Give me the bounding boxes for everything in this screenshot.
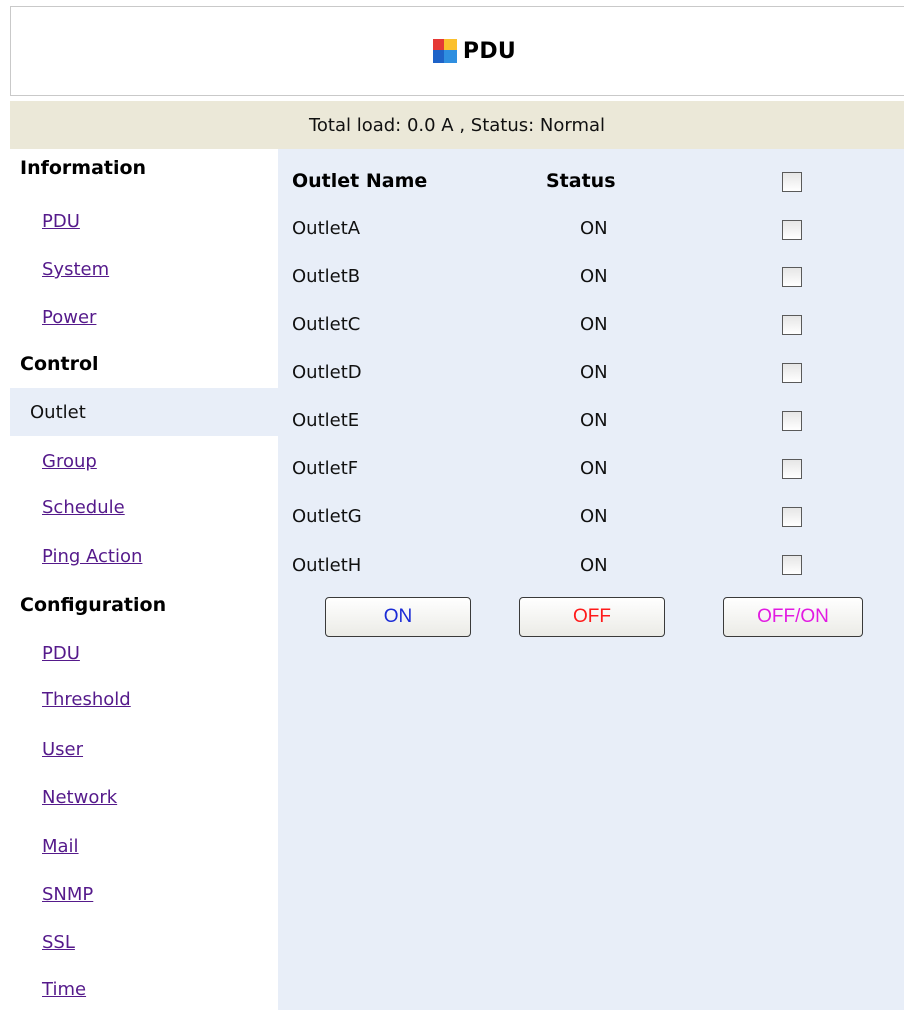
outlet-control-panel: Outlet Name Status OutletA ON OutletB ON… <box>278 149 904 1010</box>
outlet-checkbox[interactable] <box>782 507 802 527</box>
outlet-checkbox[interactable] <box>782 411 802 431</box>
sidebar-item-outlet-label: Outlet <box>30 401 86 423</box>
pdu-outlet-control-page: PDU Total load: 0.0 A , Status: Normal I… <box>0 0 904 1010</box>
outlet-checkbox[interactable] <box>782 363 802 383</box>
outlet-checkbox[interactable] <box>782 267 802 287</box>
outlet-checkbox[interactable] <box>782 220 802 240</box>
outlet-name: OutletB <box>292 266 361 287</box>
outlet-status: ON <box>580 555 608 576</box>
header: PDU <box>10 6 904 96</box>
sidebar-item-outlet[interactable]: Outlet <box>10 388 278 436</box>
status-bar-text: Total load: 0.0 A , Status: Normal <box>308 114 606 136</box>
sidebar-item-mail[interactable]: Mail <box>42 836 79 857</box>
sidebar: Information PDU System Power Control Out… <box>10 149 278 1010</box>
sidebar-item-network[interactable]: Network <box>42 787 117 808</box>
sidebar-heading-control: Control <box>20 353 99 375</box>
sidebar-item-info-pdu[interactable]: PDU <box>42 211 80 232</box>
outlet-name: OutletE <box>292 410 360 431</box>
outlet-on-button[interactable]: ON <box>325 597 471 637</box>
column-header-status: Status <box>546 170 616 192</box>
sidebar-item-power[interactable]: Power <box>42 307 96 328</box>
outlet-status: ON <box>580 410 608 431</box>
status-bar: Total load: 0.0 A , Status: Normal <box>10 101 904 149</box>
sidebar-item-threshold[interactable]: Threshold <box>42 689 131 710</box>
sidebar-item-ssl[interactable]: SSL <box>42 932 75 953</box>
sidebar-item-user[interactable]: User <box>42 739 83 760</box>
page-title: PDU <box>462 38 517 64</box>
outlet-status: ON <box>580 218 608 239</box>
header-title-group: PDU <box>432 38 517 64</box>
outlet-status: ON <box>580 266 608 287</box>
outlet-status: ON <box>580 506 608 527</box>
outlet-status: ON <box>580 362 608 383</box>
outlet-name: OutletD <box>292 362 362 383</box>
outlet-name: OutletC <box>292 314 361 335</box>
outlet-name: OutletA <box>292 218 361 239</box>
sidebar-item-group[interactable]: Group <box>42 451 97 472</box>
sidebar-item-system[interactable]: System <box>42 259 109 280</box>
outlet-status: ON <box>580 458 608 479</box>
outlet-name: OutletF <box>292 458 359 479</box>
sidebar-item-ping-action[interactable]: Ping Action <box>42 546 142 567</box>
column-header-outlet-name: Outlet Name <box>292 170 428 192</box>
outlet-checkbox[interactable] <box>782 555 802 575</box>
outlet-off-button[interactable]: OFF <box>519 597 665 637</box>
sidebar-heading-configuration: Configuration <box>20 594 167 616</box>
sidebar-heading-information: Information <box>20 157 147 179</box>
sidebar-item-schedule[interactable]: Schedule <box>42 497 125 518</box>
outlet-checkbox[interactable] <box>782 315 802 335</box>
outlet-offon-button[interactable]: OFF/ON <box>723 597 863 637</box>
app-tile-icon <box>432 39 457 63</box>
outlet-checkbox[interactable] <box>782 459 802 479</box>
outlet-name: OutletH <box>292 555 362 576</box>
sidebar-item-config-pdu[interactable]: PDU <box>42 643 80 664</box>
sidebar-item-snmp[interactable]: SNMP <box>42 884 93 905</box>
sidebar-item-time[interactable]: Time <box>42 979 86 1000</box>
outlet-name: OutletG <box>292 506 362 527</box>
select-all-checkbox[interactable] <box>782 172 802 192</box>
outlet-status: ON <box>580 314 608 335</box>
